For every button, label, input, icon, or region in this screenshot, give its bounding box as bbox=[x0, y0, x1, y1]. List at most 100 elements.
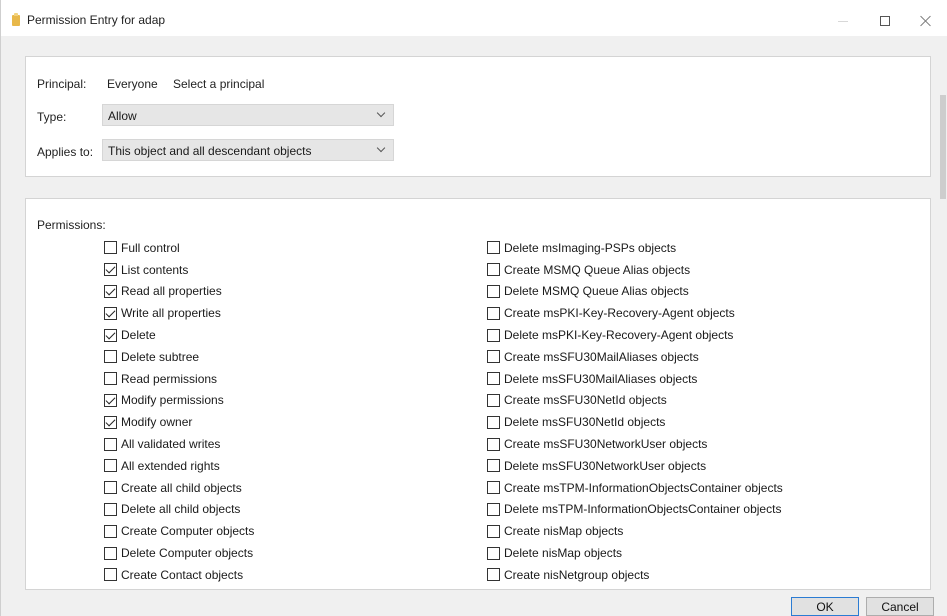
permission-row[interactable]: Delete msSFU30NetworkUser objects bbox=[487, 455, 783, 477]
permission-checkbox[interactable] bbox=[487, 306, 500, 320]
permission-checkbox[interactable] bbox=[104, 568, 117, 582]
close-icon bbox=[920, 15, 932, 27]
permission-checkbox[interactable] bbox=[487, 393, 500, 407]
close-button[interactable] bbox=[904, 10, 947, 32]
permission-row[interactable]: Create Computer objects bbox=[104, 520, 254, 542]
permission-checkbox[interactable] bbox=[487, 284, 500, 298]
maximize-button[interactable] bbox=[863, 10, 907, 32]
permission-checkbox[interactable] bbox=[104, 241, 117, 255]
minimize-button[interactable] bbox=[821, 10, 865, 32]
permission-label: Delete all child objects bbox=[121, 502, 241, 517]
permission-checkbox[interactable] bbox=[104, 524, 117, 538]
permissions-panel: Permissions: Full control List contents Re… bbox=[25, 198, 931, 590]
permission-row[interactable]: All extended rights bbox=[104, 455, 254, 477]
permission-checkbox[interactable] bbox=[104, 546, 117, 560]
permission-checkbox[interactable] bbox=[104, 437, 117, 451]
chevron-down-icon bbox=[376, 108, 386, 118]
permission-row[interactable]: Full control bbox=[104, 237, 254, 259]
permission-row[interactable]: Delete msSFU30MailAliases objects bbox=[487, 368, 783, 390]
permission-checkbox[interactable] bbox=[104, 372, 117, 386]
permission-row[interactable]: Delete all child objects bbox=[104, 499, 254, 521]
permissions-header: Permissions: bbox=[37, 218, 106, 232]
permission-row[interactable]: Delete Computer objects bbox=[104, 542, 254, 564]
permission-row[interactable]: Modify owner bbox=[104, 411, 254, 433]
permission-checkbox[interactable] bbox=[104, 393, 117, 407]
permission-row[interactable]: Delete MSMQ Queue Alias objects bbox=[487, 281, 783, 303]
permission-checkbox[interactable] bbox=[487, 568, 500, 582]
permission-label: Create MSMQ Queue Alias objects bbox=[504, 262, 691, 277]
permission-checkbox[interactable] bbox=[104, 306, 117, 320]
permission-checkbox[interactable] bbox=[487, 263, 500, 277]
permissions-left-column: Full control List contents Read all proper… bbox=[104, 237, 254, 586]
permission-row[interactable]: Create nisNetgroup objects bbox=[487, 564, 783, 586]
permission-row[interactable]: Create MSMQ Queue Alias objects bbox=[487, 259, 783, 281]
folder-icon bbox=[12, 13, 20, 26]
permission-row[interactable]: All validated writes bbox=[104, 433, 254, 455]
applies-to-select-value: This object and all descendant objects bbox=[108, 144, 312, 158]
permission-checkbox[interactable] bbox=[487, 328, 500, 342]
permission-checkbox[interactable] bbox=[104, 459, 117, 473]
permission-row[interactable]: Create msSFU30MailAliases objects bbox=[487, 346, 783, 368]
permission-label: Create msPKI-Key-Recovery-Agent objects bbox=[504, 306, 735, 321]
permission-checkbox[interactable] bbox=[104, 284, 117, 298]
ok-button[interactable]: OK bbox=[791, 597, 859, 616]
permission-row[interactable]: Modify permissions bbox=[104, 390, 254, 412]
maximize-icon bbox=[880, 16, 890, 26]
permission-row[interactable]: Create Contact objects bbox=[104, 564, 254, 586]
permission-row[interactable]: Delete msTPM-InformationObjectsContainer… bbox=[487, 499, 783, 521]
permission-row[interactable]: Read all properties bbox=[104, 281, 254, 303]
permission-label: Create all child objects bbox=[121, 480, 242, 495]
permission-label: Read all properties bbox=[121, 284, 222, 299]
permission-row[interactable]: Create msSFU30NetId objects bbox=[487, 390, 783, 412]
select-principal-link[interactable]: Select a principal bbox=[173, 77, 264, 91]
permission-label: Modify permissions bbox=[121, 393, 224, 408]
permission-label: Delete msSFU30NetworkUser objects bbox=[504, 458, 707, 473]
principal-value: Everyone bbox=[107, 77, 158, 91]
permission-label: Read permissions bbox=[121, 371, 218, 386]
permission-label: Write all properties bbox=[121, 306, 221, 321]
permission-checkbox[interactable] bbox=[104, 350, 117, 364]
applies-to-select[interactable]: This object and all descendant objects bbox=[102, 139, 394, 161]
permission-row[interactable]: Create nisMap objects bbox=[487, 520, 783, 542]
permission-row[interactable]: Delete bbox=[104, 324, 254, 346]
permission-checkbox[interactable] bbox=[487, 415, 500, 429]
cancel-button[interactable]: Cancel bbox=[866, 597, 934, 616]
permission-checkbox[interactable] bbox=[104, 263, 117, 277]
permission-row[interactable]: Delete msImaging-PSPs objects bbox=[487, 237, 783, 259]
permission-row[interactable]: Create msTPM-InformationObjectsContainer… bbox=[487, 477, 783, 499]
permission-label: Create nisMap objects bbox=[504, 524, 624, 539]
permission-row[interactable]: Read permissions bbox=[104, 368, 254, 390]
permission-label: All validated writes bbox=[121, 437, 221, 452]
permission-row[interactable]: Create msSFU30NetworkUser objects bbox=[487, 433, 783, 455]
type-label: Type: bbox=[37, 110, 67, 124]
permission-row[interactable]: Delete msSFU30NetId objects bbox=[487, 411, 783, 433]
permission-checkbox[interactable] bbox=[487, 437, 500, 451]
permission-row[interactable]: Create all child objects bbox=[104, 477, 254, 499]
type-select[interactable]: Allow bbox=[102, 104, 394, 126]
permission-checkbox[interactable] bbox=[104, 481, 117, 495]
permission-checkbox[interactable] bbox=[104, 502, 117, 516]
permission-checkbox[interactable] bbox=[487, 546, 500, 560]
permission-checkbox[interactable] bbox=[487, 372, 500, 386]
permission-checkbox[interactable] bbox=[487, 502, 500, 516]
scrollbar-thumb[interactable] bbox=[940, 95, 946, 199]
permission-label: Delete Computer objects bbox=[121, 546, 254, 561]
permission-checkbox[interactable] bbox=[487, 350, 500, 364]
permission-row[interactable]: Delete msPKI-Key-Recovery-Agent objects bbox=[487, 324, 783, 346]
title-bar: Permission Entry for adap bbox=[1, 0, 947, 36]
permission-label: Delete msTPM-InformationObjectsContainer… bbox=[504, 502, 782, 517]
permission-row[interactable]: Delete subtree bbox=[104, 346, 254, 368]
permission-checkbox[interactable] bbox=[487, 524, 500, 538]
permission-row[interactable]: Delete nisMap objects bbox=[487, 542, 783, 564]
permission-checkbox[interactable] bbox=[104, 328, 117, 342]
vertical-scrollbar[interactable] bbox=[937, 37, 947, 616]
permission-checkbox[interactable] bbox=[487, 481, 500, 495]
permission-row[interactable]: List contents bbox=[104, 259, 254, 281]
permission-row[interactable]: Write all properties bbox=[104, 302, 254, 324]
permission-label: All extended rights bbox=[121, 458, 220, 473]
permission-checkbox[interactable] bbox=[487, 241, 500, 255]
permission-row[interactable]: Create msPKI-Key-Recovery-Agent objects bbox=[487, 302, 783, 324]
permission-checkbox[interactable] bbox=[104, 415, 117, 429]
window-title: Permission Entry for adap bbox=[27, 13, 166, 27]
permission-checkbox[interactable] bbox=[487, 459, 500, 473]
